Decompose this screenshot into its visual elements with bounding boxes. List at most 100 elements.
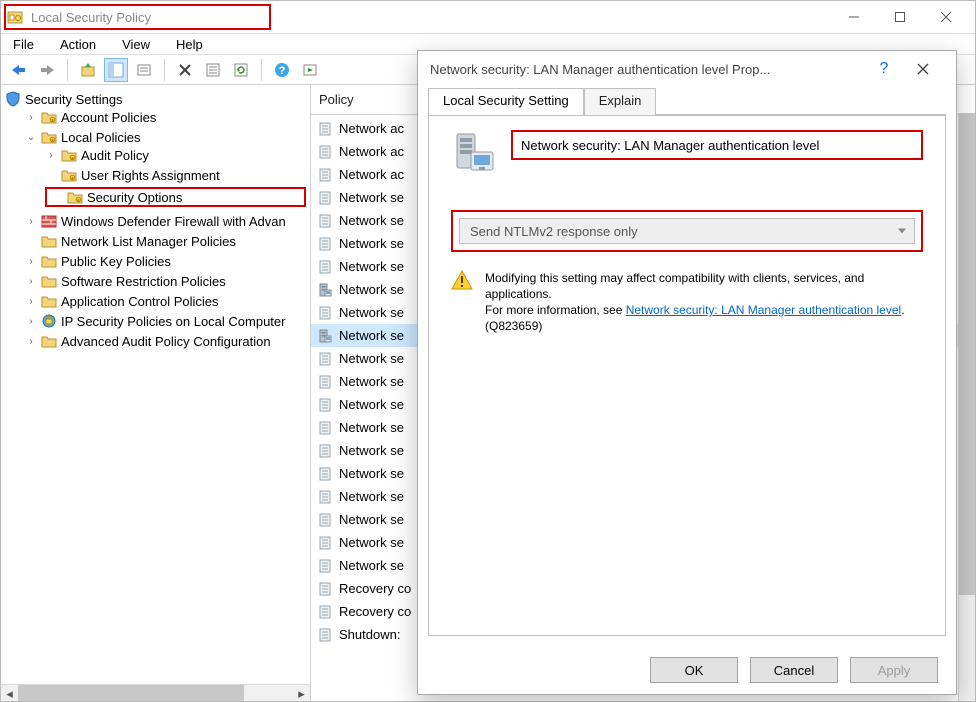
list-row-label: Network se [339, 443, 404, 458]
list-row-label: Network se [339, 351, 404, 366]
list-row-label: Shutdown: [339, 627, 400, 642]
up-button[interactable] [76, 58, 100, 82]
list-row-label: Network se [339, 328, 404, 343]
forward-button[interactable] [35, 58, 59, 82]
tree-item[interactable]: ›Software Restriction Policies [25, 273, 306, 289]
main-vertical-scrollbar[interactable] [958, 113, 975, 701]
chevron-right-icon[interactable]: › [25, 112, 37, 123]
cancel-button[interactable]: Cancel [750, 657, 838, 683]
chevron-right-icon[interactable]: › [25, 276, 37, 287]
tree-item[interactable]: › Application Control Policies [25, 293, 306, 309]
tree-root[interactable]: Security Settings [5, 91, 306, 107]
tree-item-label: Local Policies [61, 130, 141, 145]
tree-item[interactable]: Security Options [45, 187, 306, 207]
policy-icon [317, 581, 333, 597]
chevron-right-icon[interactable]: › [25, 316, 37, 327]
dialog-title: Network security: LAN Manager authentica… [430, 62, 770, 77]
tab-local-security-setting[interactable]: Local Security Setting [428, 88, 584, 116]
list-row-label: Network se [339, 190, 404, 205]
dialog-title-bar: Network security: LAN Manager authentica… [418, 51, 956, 87]
firewall-icon [41, 213, 57, 229]
list-row-label: Network se [339, 420, 404, 435]
menu-view[interactable]: View [120, 37, 152, 52]
folder-lock-icon [61, 167, 77, 183]
chevron-down-icon[interactable]: ⌄ [25, 132, 37, 143]
menu-action[interactable]: Action [58, 37, 98, 52]
chevron-right-icon[interactable]: › [25, 336, 37, 347]
dialog-close-button[interactable] [902, 63, 944, 75]
window-title: Local Security Policy [31, 10, 151, 25]
show-tree-button[interactable] [104, 58, 128, 82]
tree-pane: Security Settings ›Account Policies ⌄ Loca… [1, 85, 311, 701]
chevron-right-icon[interactable]: › [25, 216, 37, 227]
export-list-button[interactable] [132, 58, 156, 82]
maximize-button[interactable] [877, 1, 923, 33]
tree-horizontal-scrollbar[interactable]: ◂ ▸ [1, 684, 310, 701]
action-button[interactable] [298, 58, 322, 82]
policy-icon [317, 535, 333, 551]
list-row-label: Network se [339, 466, 404, 481]
back-button[interactable] [7, 58, 31, 82]
tree-item[interactable]: ⌄ Local Policies [25, 129, 306, 145]
list-row-label: Network se [339, 213, 404, 228]
ok-button[interactable]: OK [650, 657, 738, 683]
auth-level-combobox[interactable]: Send NTLMv2 response only [459, 218, 915, 244]
warning-text: Modifying this setting may affect compat… [485, 270, 923, 334]
list-row-label: Network ac [339, 121, 404, 136]
svg-text:?: ? [279, 65, 286, 77]
tab-explain[interactable]: Explain [584, 88, 657, 116]
app-icon [7, 9, 23, 25]
chevron-right-icon[interactable]: › [45, 150, 57, 161]
combo-value: Send NTLMv2 response only [470, 224, 638, 239]
minimize-button[interactable] [831, 1, 877, 33]
menu-help[interactable]: Help [174, 37, 205, 52]
scroll-left-icon[interactable]: ◂ [1, 685, 18, 701]
list-row-label: Network se [339, 397, 404, 412]
tree-item-label: Application Control Policies [61, 294, 219, 309]
tree-item[interactable]: ›Account Policies [25, 109, 306, 125]
policy-icon [317, 466, 333, 482]
list-row-label: Network se [339, 374, 404, 389]
folder-icon [41, 233, 57, 249]
tree-item[interactable]: ›Windows Defender Firewall with Advan [25, 213, 306, 229]
list-row-label: Network se [339, 512, 404, 527]
policy-icon [317, 374, 333, 390]
chevron-right-icon[interactable]: › [25, 256, 37, 267]
scroll-right-icon[interactable]: ▸ [293, 685, 310, 701]
tree-item-label: User Rights Assignment [81, 168, 220, 183]
folder-lock-icon [41, 129, 57, 145]
tree-item[interactable]: Network List Manager Policies [25, 233, 306, 249]
folder-lock-icon [61, 147, 77, 163]
tree-item[interactable]: ›Audit Policy [45, 147, 306, 163]
tree-item[interactable]: › Advanced Audit Policy Configuration [25, 333, 306, 349]
folder-icon [41, 293, 57, 309]
policy-icon [317, 397, 333, 413]
apply-button[interactable]: Apply [850, 657, 938, 683]
close-button[interactable] [923, 1, 969, 33]
properties-button[interactable] [201, 58, 225, 82]
tree-item[interactable]: User Rights Assignment [45, 167, 306, 183]
chevron-right-icon[interactable]: › [25, 296, 37, 307]
refresh-button[interactable] [229, 58, 253, 82]
list-row-label: Recovery co [339, 581, 411, 596]
policy-icon [317, 443, 333, 459]
tree-item[interactable]: ›Public Key Policies [25, 253, 306, 269]
dialog-help-button[interactable]: ? [866, 60, 902, 78]
list-row-label: Recovery co [339, 604, 411, 619]
warning-more-info-link[interactable]: Network security: LAN Manager authentica… [626, 303, 901, 317]
list-row-label: Network se [339, 305, 404, 320]
tree-item-label: Advanced Audit Policy Configuration [61, 334, 271, 349]
menu-file[interactable]: File [11, 37, 36, 52]
policy-icon [317, 512, 333, 528]
policy-icon [317, 167, 333, 183]
list-row-label: Network se [339, 489, 404, 504]
help-button[interactable]: ? [270, 58, 294, 82]
policy-icon [317, 236, 333, 252]
tree-item[interactable]: › IP Security Policies on Local Computer [25, 313, 306, 329]
server-icon [317, 282, 333, 298]
folder-icon [41, 253, 57, 269]
tree-item-label: IP Security Policies on Local Computer [61, 314, 285, 329]
delete-button[interactable] [173, 58, 197, 82]
ipsec-icon [41, 313, 57, 329]
list-row-label: Network ac [339, 144, 404, 159]
